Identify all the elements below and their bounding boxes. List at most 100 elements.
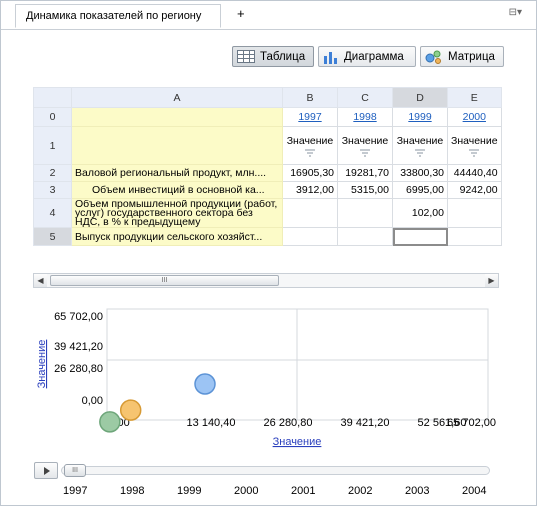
row-number[interactable]: 5 <box>33 227 72 246</box>
year-link-2000[interactable]: 2000 <box>447 107 502 127</box>
selected-cell[interactable] <box>392 227 448 246</box>
matrix-view-label: Матрица <box>448 50 495 63</box>
chart-view-button[interactable]: Диаграмма <box>318 46 416 67</box>
play-button[interactable] <box>34 462 58 479</box>
x-axis-label[interactable]: Значение <box>273 436 322 448</box>
grid-cell[interactable] <box>282 227 338 246</box>
table-row: 5 Выпуск продукции сельского хозяйст... <box>33 227 502 246</box>
chart-view-label: Диаграмма <box>344 50 404 63</box>
x-tick-label: 13 140,40 <box>187 417 236 429</box>
scroll-right-icon[interactable]: ▶ <box>485 274 498 287</box>
grid-cell[interactable] <box>337 227 393 246</box>
filter-icon[interactable] <box>415 149 425 157</box>
row-number[interactable]: 2 <box>33 164 72 182</box>
filter-icon[interactable] <box>360 149 370 157</box>
grid-cell[interactable] <box>282 198 338 228</box>
value-header-cell[interactable]: Значение <box>282 126 338 165</box>
y-tick-label: 65 702,00 <box>54 311 103 323</box>
data-bubble[interactable] <box>99 411 121 433</box>
row-number[interactable]: 4 <box>33 198 72 228</box>
y-tick-label: 26 280,80 <box>54 363 103 375</box>
timeline-slider-track[interactable] <box>61 466 490 475</box>
grid-cell[interactable] <box>71 107 283 127</box>
row-label-cell[interactable]: Объем промышленной продукции (работ, усл… <box>71 198 283 228</box>
y-axis-label[interactable]: Значение <box>36 340 48 389</box>
column-header-d[interactable]: D <box>392 87 448 108</box>
timeline-slider-thumb[interactable]: III <box>64 464 86 477</box>
value-header-cell[interactable]: Значение <box>337 126 393 165</box>
data-bubble[interactable] <box>194 373 216 395</box>
bubble-chart: 0,00 26 280,80 39 421,20 65 702,00 0,00 13 1… <box>36 308 496 448</box>
column-header-row: A B C D E <box>33 87 502 108</box>
grid-cell[interactable]: 6995,00 <box>392 181 448 199</box>
row-number[interactable]: 0 <box>33 107 72 127</box>
grid-cell[interactable]: 102,00 <box>392 198 448 228</box>
app-window: Динамика показателей по региону + ⊟▾ Таб… <box>0 0 537 506</box>
timeline-year-label[interactable]: 2002 <box>348 485 372 497</box>
tab-active-report[interactable]: Динамика показателей по региону <box>15 4 221 28</box>
column-header-e[interactable]: E <box>447 87 502 108</box>
data-bubble[interactable] <box>119 399 142 421</box>
timeline-year-label[interactable]: 2000 <box>234 485 258 497</box>
timeline-year-label[interactable]: 2004 <box>462 485 486 497</box>
value-header-cell[interactable]: Значение <box>447 126 502 165</box>
grid-cell[interactable]: 16905,30 <box>282 164 338 182</box>
timeline-year-label[interactable]: 1997 <box>63 485 87 497</box>
grid-cell[interactable] <box>447 198 502 228</box>
grid-cell[interactable] <box>447 227 502 246</box>
column-header-a[interactable]: A <box>71 87 283 108</box>
grid-cell[interactable] <box>71 126 283 165</box>
grid-cell[interactable] <box>337 198 393 228</box>
corner-cell[interactable] <box>33 87 72 108</box>
y-tick-label: 0,00 <box>82 395 103 407</box>
year-link-1999[interactable]: 1999 <box>392 107 448 127</box>
grid-cell[interactable]: 19281,70 <box>337 164 393 182</box>
row-number[interactable]: 1 <box>33 126 72 165</box>
row-label-cell[interactable]: Объем инвестиций в основной ка... <box>71 181 283 199</box>
data-grid: A B C D E 0 1997 1998 1999 2000 1 Значен… <box>33 87 502 246</box>
bar-chart-icon <box>324 51 337 64</box>
filter-icon[interactable] <box>305 149 315 157</box>
timeline-year-label[interactable]: 1998 <box>120 485 144 497</box>
tab-bar: Динамика показателей по региону + ⊟▾ <box>1 1 536 30</box>
grid-cell[interactable]: 33800,30 <box>392 164 448 182</box>
timeline-year-label[interactable]: 1999 <box>177 485 201 497</box>
scroll-left-icon[interactable]: ◀ <box>34 274 47 287</box>
table-row: 3 Объем инвестиций в основной ка... 3912… <box>33 181 502 199</box>
x-tick-label: 39 421,20 <box>341 417 390 429</box>
scroll-thumb[interactable]: III <box>50 275 279 286</box>
table-icon <box>237 50 255 63</box>
filter-icon[interactable] <box>469 149 480 157</box>
grid-cell[interactable]: 9242,00 <box>447 181 502 199</box>
bubble-matrix-icon <box>425 50 441 64</box>
row-label-cell[interactable]: Выпуск продукции сельского хозяйст... <box>71 227 283 246</box>
table-row: 4 Объем промышленной продукции (работ, у… <box>33 198 502 228</box>
matrix-view-button[interactable]: Матрица <box>420 46 504 67</box>
year-link-1998[interactable]: 1998 <box>337 107 393 127</box>
year-link-1997[interactable]: 1997 <box>282 107 338 127</box>
row-label-cell[interactable]: Валовой региональный продукт, млн.... <box>71 164 283 182</box>
table-row: 1 Значение Значение Значение Значение <box>33 126 502 165</box>
table-row: 2 Валовой региональный продукт, млн.... … <box>33 164 502 182</box>
y-axis-ticks: 0,00 26 280,80 39 421,20 65 702,00 <box>54 311 103 407</box>
column-header-b[interactable]: B <box>282 87 338 108</box>
grid-cell[interactable]: 5315,00 <box>337 181 393 199</box>
row-label-text: Объем промышленной продукции (работ, усл… <box>75 200 278 227</box>
grid-cell[interactable]: 3912,00 <box>282 181 338 199</box>
value-header-label: Значение <box>286 134 334 147</box>
table-view-button[interactable]: Таблица <box>232 46 314 67</box>
table-row: 0 1997 1998 1999 2000 <box>33 107 502 127</box>
timeline-year-label[interactable]: 2003 <box>405 485 429 497</box>
add-tab-button[interactable]: + <box>237 6 245 21</box>
column-header-c[interactable]: C <box>337 87 393 108</box>
timeline-year-label[interactable]: 2001 <box>291 485 315 497</box>
value-header-label: Значение <box>396 134 444 147</box>
slider-grip-icon: III <box>72 467 78 474</box>
y-tick-label: 39 421,20 <box>54 341 103 353</box>
x-tick-label: 26 280,80 <box>264 417 313 429</box>
tab-menu-icon[interactable]: ⊟▾ <box>509 7 522 18</box>
grid-cell[interactable]: 44440,40 <box>447 164 502 182</box>
value-header-cell[interactable]: Значение <box>392 126 448 165</box>
horizontal-scrollbar[interactable]: ◀ III ▶ <box>33 273 499 288</box>
row-number[interactable]: 3 <box>33 181 72 199</box>
